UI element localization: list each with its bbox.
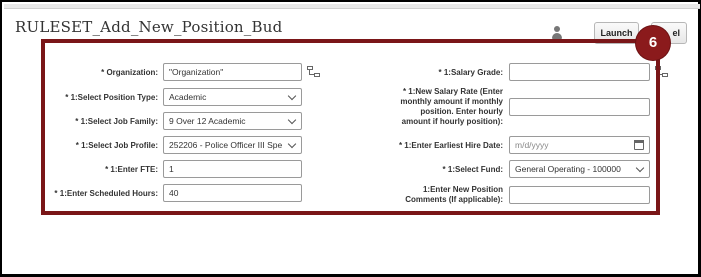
person-icon[interactable] [551,26,563,40]
step-badge: 6 [636,26,670,60]
top-strip [4,4,700,9]
highlight-box [41,39,660,215]
page-title: RULESET_Add_New_Position_Bud [15,18,283,36]
